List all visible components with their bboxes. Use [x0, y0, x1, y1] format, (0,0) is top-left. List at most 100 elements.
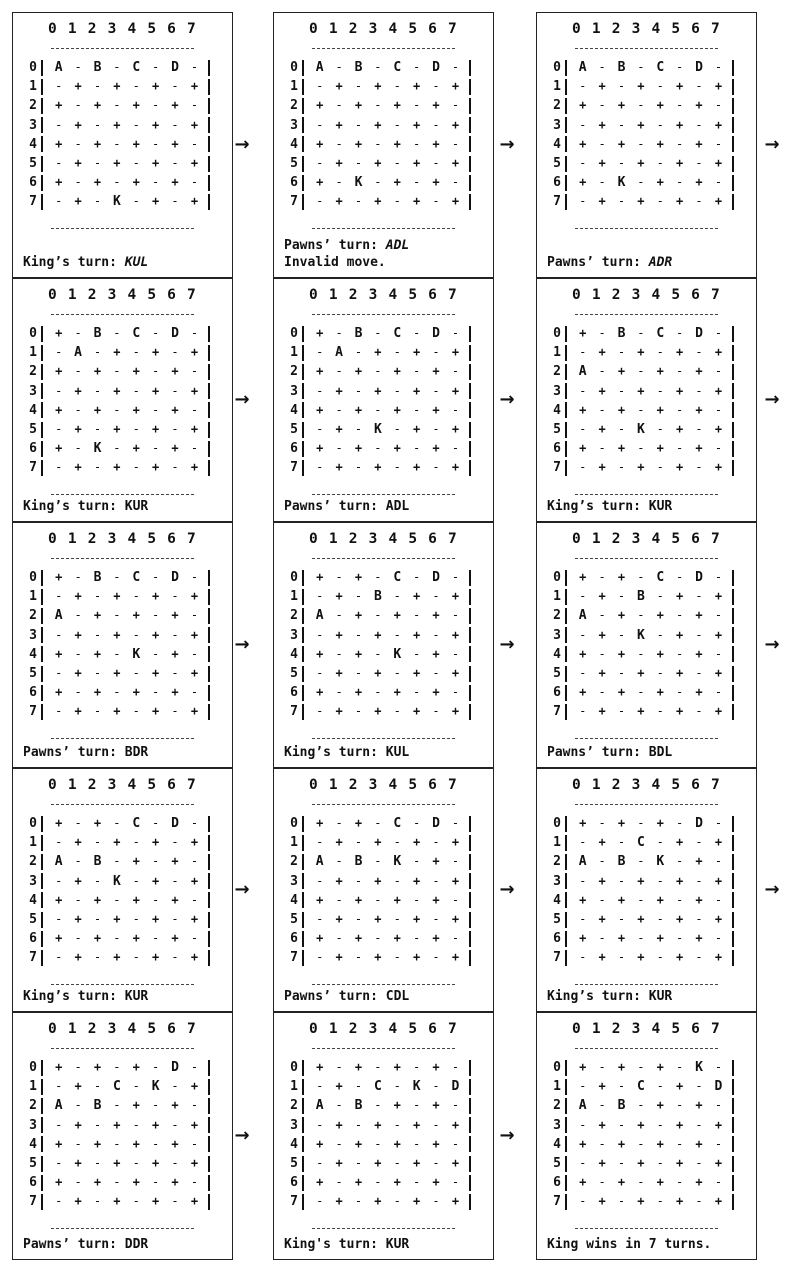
board-right-border	[732, 1136, 735, 1153]
board-square: -	[451, 892, 460, 907]
piece-k: K	[636, 627, 645, 643]
board-square: +	[413, 79, 421, 94]
board-square: -	[432, 665, 440, 680]
board-left-border	[302, 588, 304, 605]
column-header: 0 1 2 3 4 5 6 7	[309, 531, 458, 547]
board-right-border	[208, 344, 211, 361]
board-square: -	[374, 441, 382, 456]
board-square: +	[598, 421, 606, 436]
board-left-border	[41, 1174, 43, 1191]
board-square: +	[432, 175, 440, 190]
board-square: -	[451, 175, 460, 190]
board-row: 5- + - + - + - +	[21, 420, 224, 439]
board-left-border	[302, 383, 304, 400]
board-row: 5- + - + - + - +	[282, 154, 485, 173]
board-square: +	[190, 950, 199, 965]
board-square: -	[432, 911, 440, 926]
board-square: -	[354, 873, 363, 888]
board-square: +	[714, 950, 723, 965]
board-right-border	[208, 1155, 211, 1172]
row-label: 3	[290, 873, 298, 889]
next-step-arrow-icon: →	[234, 389, 250, 410]
row-label: 1	[553, 589, 561, 605]
board-right-border	[469, 1136, 472, 1153]
board-square: -	[695, 117, 703, 132]
board-right-border	[208, 1097, 211, 1114]
board-square: +	[451, 421, 460, 436]
board-square: -	[432, 835, 440, 850]
board-square: +	[354, 816, 363, 830]
board-top-divider	[312, 804, 455, 805]
board-square: -	[152, 1060, 160, 1074]
piece-c: C	[636, 835, 645, 851]
board-right-border	[208, 155, 211, 172]
board-grid: 0 + - + - + - D -1- + - C - K - +2 A - B - + - + -3- + - + - + - +4 + - +…	[21, 1058, 224, 1212]
board-right-border	[208, 873, 211, 890]
board-square: +	[190, 665, 199, 680]
board-square: +	[393, 136, 401, 151]
board-square: +	[714, 873, 723, 888]
board-square: +	[354, 892, 363, 907]
turn-label: Pawns’ turn:	[284, 989, 386, 1004]
board-row: 1- + - + - + - +	[21, 833, 224, 852]
board-square: +	[316, 441, 324, 456]
board-right-border	[208, 1117, 211, 1134]
board-square: +	[617, 1136, 626, 1151]
board-square: +	[74, 835, 82, 850]
board-square: -	[335, 1175, 343, 1190]
board-top-divider	[51, 314, 194, 315]
board-right-border	[469, 684, 472, 701]
board-square: +	[413, 704, 421, 719]
board-left-border	[565, 665, 567, 682]
board-square: +	[152, 589, 160, 604]
board-panel: 0 1 2 3 4 5 6 7 0 + - + - + - D -1- + - C - K - +2 A - B - + -…	[12, 1012, 233, 1260]
board-square: -	[637, 892, 645, 907]
board-square: +	[316, 1060, 324, 1074]
board-square: -	[354, 1117, 363, 1132]
move-code: DDR	[124, 1237, 149, 1252]
board-left-border	[302, 1193, 304, 1210]
board-right-border	[208, 949, 211, 966]
board-square: -	[74, 892, 82, 907]
board-right-border	[208, 440, 211, 457]
board-right-border	[469, 853, 472, 870]
board-square: -	[656, 460, 664, 475]
board-square: -	[354, 665, 363, 680]
board-square: +	[432, 854, 440, 869]
board-square: -	[676, 441, 684, 456]
next-step-arrow-icon: →	[234, 134, 250, 155]
board-row: 3- + - K - + - +	[545, 626, 748, 645]
board-row: 1- + - B - + - +	[282, 587, 485, 606]
board-square: -	[113, 608, 121, 623]
board-square: -	[93, 1117, 102, 1132]
board-row: 2 + - + - + - + -	[21, 96, 224, 115]
board-square: +	[152, 627, 160, 642]
board-square: +	[190, 460, 199, 475]
board-left-border	[41, 383, 43, 400]
row-label: 0	[553, 570, 561, 585]
board-square: +	[676, 627, 684, 642]
row-label: 0	[290, 570, 298, 585]
board-square: -	[93, 873, 102, 888]
board-square: +	[335, 627, 343, 642]
board-bottom-divider	[312, 1227, 455, 1229]
board-square: +	[393, 1098, 401, 1113]
board-square: +	[335, 117, 343, 132]
piece-a: A	[74, 345, 82, 361]
board-square: -	[676, 1175, 684, 1190]
board-square: +	[354, 646, 363, 661]
board-square: -	[598, 136, 606, 151]
board-square: -	[617, 950, 626, 965]
board-square: -	[676, 608, 684, 623]
piece-c: C	[132, 60, 141, 75]
board-square: -	[676, 60, 684, 74]
board-square: -	[316, 665, 324, 680]
turn-label: Pawns’ turn:	[284, 238, 386, 253]
board-square: -	[676, 892, 684, 907]
board-square: +	[374, 155, 382, 170]
board-square: -	[171, 627, 179, 642]
board-square: -	[374, 136, 382, 151]
board-square: -	[617, 460, 626, 475]
board-square: -	[393, 1117, 401, 1132]
board-square: +	[413, 627, 421, 642]
